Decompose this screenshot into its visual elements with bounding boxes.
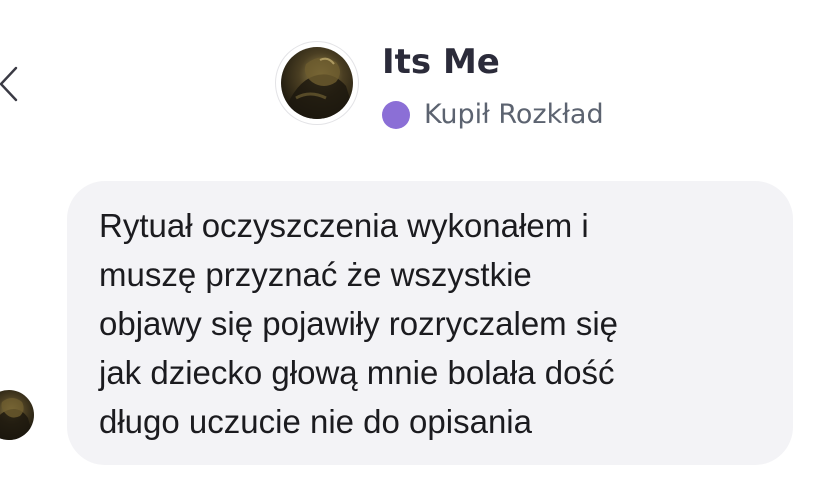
message-line: objawy się pojawiły rozryczalem się [99, 305, 619, 342]
status-dot [382, 101, 410, 129]
status-row: Kupił Rozkład [382, 95, 604, 135]
profile-photo-icon [281, 47, 353, 119]
message-line: jak dziecko głową mnie bolała dość [99, 354, 615, 391]
message-line: długo uczucie nie do opisania [99, 403, 532, 440]
message-line: muszę przyznać że wszystkie [99, 256, 532, 293]
contact-avatar[interactable] [276, 42, 358, 124]
message-bubble[interactable]: Rytuał oczyszczenia wykonałem i muszę pr… [67, 181, 793, 465]
message-text: Rytuał oczyszczenia wykonałem i muszę pr… [99, 201, 779, 446]
profile-photo-small-icon [0, 390, 34, 440]
sender-avatar[interactable] [0, 390, 34, 440]
message-line: Rytuał oczyszczenia wykonałem i [99, 207, 589, 244]
chevron-left-icon [0, 66, 18, 102]
contact-name: Its Me [382, 42, 500, 82]
status-label: Kupił Rozkład [424, 99, 604, 130]
back-button[interactable] [0, 62, 20, 106]
